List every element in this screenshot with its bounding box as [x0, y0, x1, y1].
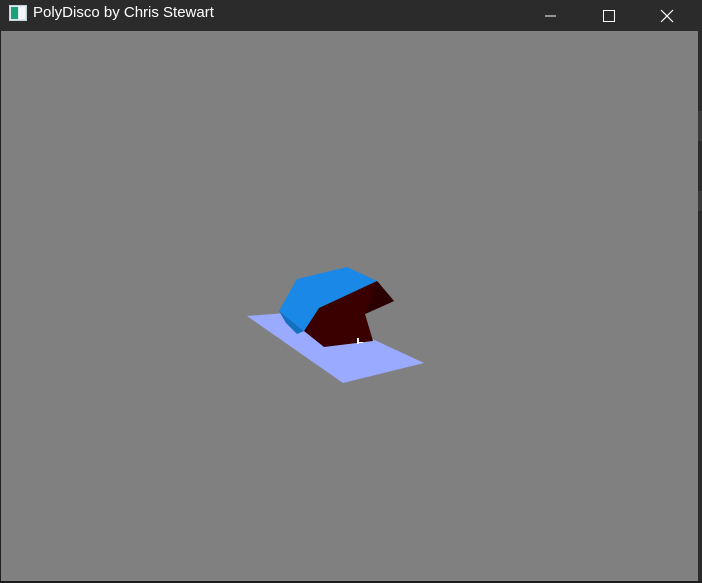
maximize-icon — [603, 9, 615, 22]
floor-marker-2 — [357, 342, 363, 343]
edge-segment — [698, 191, 702, 211]
maximize-button[interactable] — [580, 0, 638, 31]
minimize-icon — [545, 10, 557, 22]
app-window: PolyDisco by Chris Stewart — [0, 0, 702, 583]
floor-marker — [357, 338, 359, 344]
minimize-button[interactable] — [522, 0, 580, 31]
close-icon — [660, 9, 674, 23]
app-icon — [9, 5, 27, 21]
edge-segment — [698, 111, 702, 141]
right-edge — [698, 31, 702, 583]
scene-canvas — [247, 267, 424, 383]
3d-viewport[interactable] — [1, 31, 698, 581]
window-title: PolyDisco by Chris Stewart — [33, 4, 214, 21]
close-button[interactable] — [638, 0, 696, 31]
title-bar[interactable]: PolyDisco by Chris Stewart — [0, 0, 702, 31]
